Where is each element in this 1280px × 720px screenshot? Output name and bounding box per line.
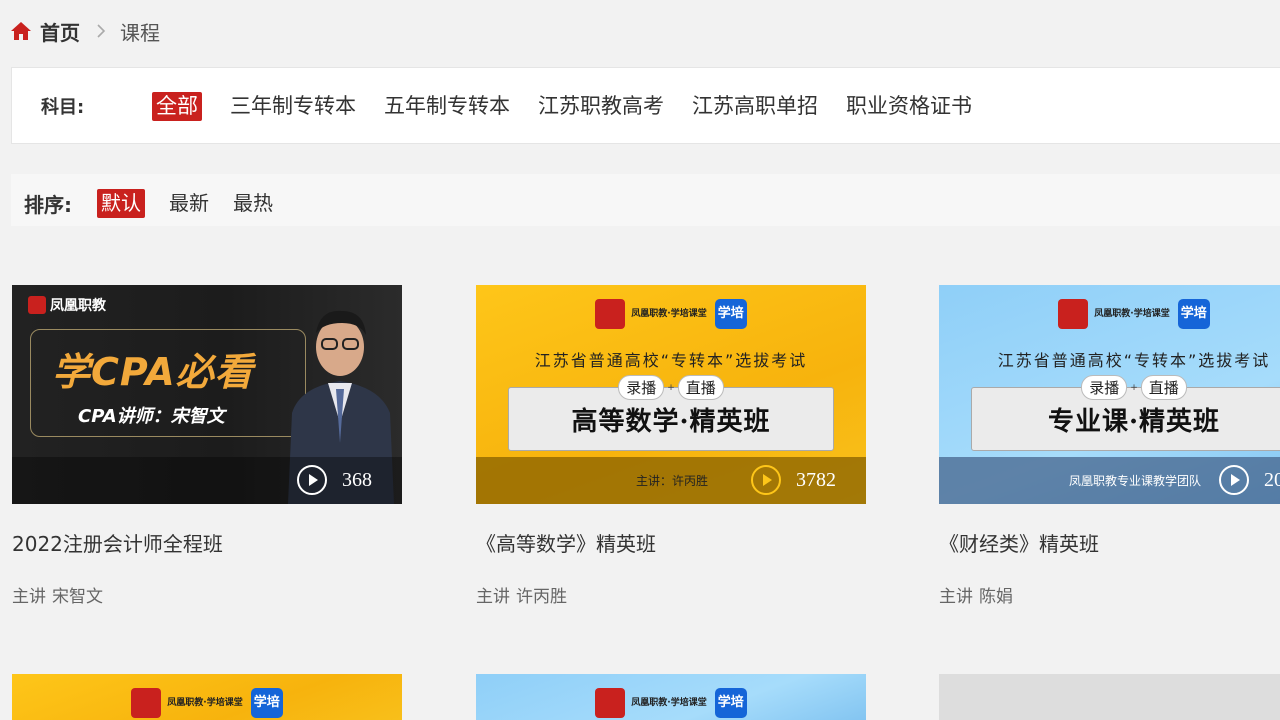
course-card[interactable]: 凤凰职教 学CPA必看 CPA讲师：宋智文 368 2022注册会计师全程班 主… [12, 285, 402, 607]
breadcrumb-home-link[interactable]: 首页 [40, 17, 80, 46]
course-thumbnail[interactable]: 凤凰职教·学培课堂 学培 [476, 674, 866, 720]
sort-label: 排序: [24, 193, 72, 217]
breadcrumb: 首页 课程 [10, 17, 160, 45]
play-icon[interactable] [750, 464, 782, 496]
play-count: 3782 [796, 468, 836, 491]
sort-option-default[interactable]: 默认 [97, 189, 145, 218]
breadcrumb-current: 课程 [120, 20, 160, 45]
exam-line: 江苏省普通高校“专转本”选拔考试 [534, 351, 808, 370]
subject-option-gaokao[interactable]: 江苏职教高考 [538, 92, 664, 121]
course-title[interactable]: 《财经类》精英班 [939, 528, 1280, 556]
course-teacher: 主讲 许丙胜 [476, 582, 866, 607]
xuepei-badge: 学培 [250, 688, 283, 718]
course-teacher: 主讲 宋智文 [12, 582, 402, 607]
teacher-name: 宋智文 [52, 587, 103, 607]
plus-sign: + [667, 382, 675, 393]
course-card[interactable]: 凤凰职教·学培课堂 学培 江苏省普通高校“专转本”选拔考试 专业课·精英班 录播… [939, 285, 1280, 607]
play-bar: 368 [12, 457, 402, 504]
play-icon[interactable] [1218, 464, 1250, 496]
xuepei-badge: 学培 [714, 688, 747, 718]
exam-line: 江苏省普通高校“专转本”选拔考试 [997, 351, 1271, 370]
panel-text: 高等数学·精英班 [571, 406, 771, 437]
home-icon[interactable] [10, 21, 32, 41]
play-count: 368 [342, 468, 372, 491]
course-thumbnail[interactable]: 凤凰职教·学培课堂 学培 江苏省普通高校“专转本”选拔考试 专业课·精英班 录播… [939, 285, 1280, 504]
subject-option-3yr[interactable]: 三年制专转本 [230, 92, 356, 121]
plus-sign: + [1130, 382, 1138, 393]
phoenix-logo-icon [595, 688, 626, 718]
phoenix-logo-icon [28, 296, 46, 314]
subject-filter: 科目: 全部 三年制专转本 五年制专转本 江苏职教高考 江苏高职单招 职业资格证… [11, 67, 1280, 144]
course-title[interactable]: 《高等数学》精英班 [476, 528, 866, 556]
logo-text: 凤凰职教·学培课堂 [1094, 309, 1170, 319]
logo-row: 凤凰职教·学培课堂 学培 [12, 688, 402, 718]
play-bar: 凤凰职教专业课教学团队 20 [939, 457, 1280, 504]
logo-row: 凤凰职教·学培课堂 学培 [939, 299, 1280, 329]
thumb-subtitle: CPA讲师：宋智文 [78, 406, 225, 427]
play-count: 20 [1264, 468, 1280, 491]
course-card[interactable]: 凤凰职教·学培课堂 学培 江苏省普通高校“专转本”选拔考试 高等数学·精英班 录… [476, 285, 866, 607]
thumb-teacher: 凤凰职教专业课教学团队 [1069, 474, 1202, 488]
play-bar: 主讲：许丙胜 3782 [476, 457, 866, 504]
brand-logo: 凤凰职教 [28, 295, 106, 315]
course-thumbnail[interactable]: 凤凰职教·学培课堂 学培 江苏省普通高校“专转本”选拔考试 高等数学·精英班 录… [476, 285, 866, 504]
recorded-pill: 录播 [1081, 375, 1128, 400]
phoenix-logo-icon [131, 688, 162, 718]
xuepei-badge: 学培 [714, 299, 747, 329]
course-thumbnail[interactable]: 凤凰职教·学培课堂 学培 [12, 674, 402, 720]
recorded-pill: 录播 [618, 375, 665, 400]
thumb-teacher: 主讲：许丙胜 [636, 474, 709, 488]
xuepei-badge: 学培 [1177, 299, 1210, 329]
subject-option-cert[interactable]: 职业资格证书 [846, 92, 972, 121]
teacher-prefix: 主讲 [12, 587, 46, 607]
sort-bar: 排序: 默认 最新 最热 [11, 174, 1280, 226]
course-thumbnail-placeholder[interactable] [939, 674, 1280, 720]
logo-text: 凤凰职教·学培课堂 [631, 698, 707, 708]
subject-label: 科目: [41, 97, 85, 118]
sort-option-newest[interactable]: 最新 [169, 189, 209, 218]
chevron-right-icon [97, 24, 106, 38]
logo-row: 凤凰职教·学培课堂 学培 [476, 688, 866, 718]
sort-option-hottest[interactable]: 最热 [233, 189, 273, 218]
subject-option-all[interactable]: 全部 [152, 92, 202, 121]
play-icon[interactable] [296, 464, 328, 496]
logo-text: 凤凰职教·学培课堂 [631, 309, 707, 319]
teacher-prefix: 主讲 [939, 587, 973, 607]
panel-text: 专业课·精英班 [1047, 406, 1221, 437]
mode-pills: 录播 + 直播 [939, 375, 1280, 400]
sort-options: 默认 最新 最热 [97, 189, 297, 218]
live-pill: 直播 [677, 375, 724, 400]
phoenix-logo-icon [595, 299, 626, 329]
teacher-name: 陈娟 [979, 587, 1013, 607]
thumb-headline: 学CPA必看 [52, 350, 254, 394]
course-title[interactable]: 2022注册会计师全程班 [12, 528, 402, 556]
subject-option-danzhao[interactable]: 江苏高职单招 [692, 92, 818, 121]
mode-pills: 录播 + 直播 [476, 375, 866, 400]
teacher-prefix: 主讲 [476, 587, 510, 607]
phoenix-logo-icon [1058, 299, 1089, 329]
course-thumbnail[interactable]: 凤凰职教 学CPA必看 CPA讲师：宋智文 368 [12, 285, 402, 504]
logo-text: 凤凰职教·学培课堂 [167, 698, 243, 708]
brand-text: 凤凰职教 [50, 298, 106, 314]
teacher-name: 许丙胜 [516, 587, 567, 607]
live-pill: 直播 [1140, 375, 1187, 400]
subject-option-5yr[interactable]: 五年制专转本 [384, 92, 510, 121]
logo-row: 凤凰职教·学培课堂 学培 [476, 299, 866, 329]
course-teacher: 主讲 陈娟 [939, 582, 1280, 607]
subject-options: 全部 三年制专转本 五年制专转本 江苏职教高考 江苏高职单招 职业资格证书 [152, 92, 1000, 121]
